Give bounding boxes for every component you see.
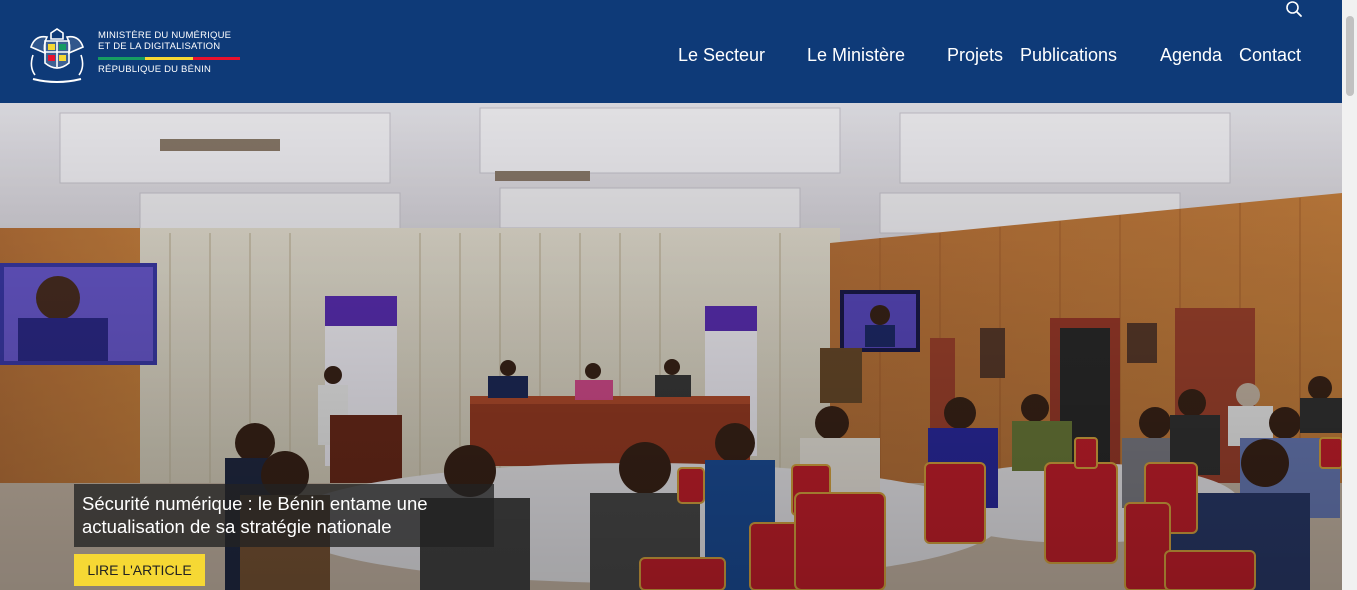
nav-publications[interactable]: Publications: [1020, 45, 1117, 66]
scrollbar-thumb[interactable]: [1346, 16, 1354, 96]
coat-of-arms-icon: [30, 28, 84, 83]
ministry-logo[interactable]: MINISTÈRE DU NUMÉRIQUE ET DE LA DIGITALI…: [25, 27, 245, 87]
flag-stripe: [98, 57, 240, 60]
logo-text: MINISTÈRE DU NUMÉRIQUE ET DE LA DIGITALI…: [98, 30, 240, 75]
nav-contact[interactable]: Contact: [1239, 45, 1301, 66]
ministry-name-line1: MINISTÈRE DU NUMÉRIQUE: [98, 30, 232, 41]
read-article-button[interactable]: LIRE L'ARTICLE: [74, 554, 205, 586]
header-bar: MINISTÈRE DU NUMÉRIQUE ET DE LA DIGITALI…: [0, 0, 1342, 103]
ministry-name-line2: ET DE LA DIGITALISATION: [98, 41, 221, 52]
page-scrollbar[interactable]: [1342, 0, 1357, 590]
nav-projets[interactable]: Projets: [947, 45, 1003, 66]
nav-agenda[interactable]: Agenda: [1160, 45, 1222, 66]
hero-headline[interactable]: Sécurité numérique : le Bénin entame une…: [74, 484, 494, 547]
nav-le-secteur[interactable]: Le Secteur: [678, 45, 765, 66]
search-icon[interactable]: [1285, 0, 1303, 18]
country-name: RÉPUBLIQUE DU BÉNIN: [98, 64, 212, 75]
nav-le-ministere[interactable]: Le Ministère: [807, 45, 905, 66]
